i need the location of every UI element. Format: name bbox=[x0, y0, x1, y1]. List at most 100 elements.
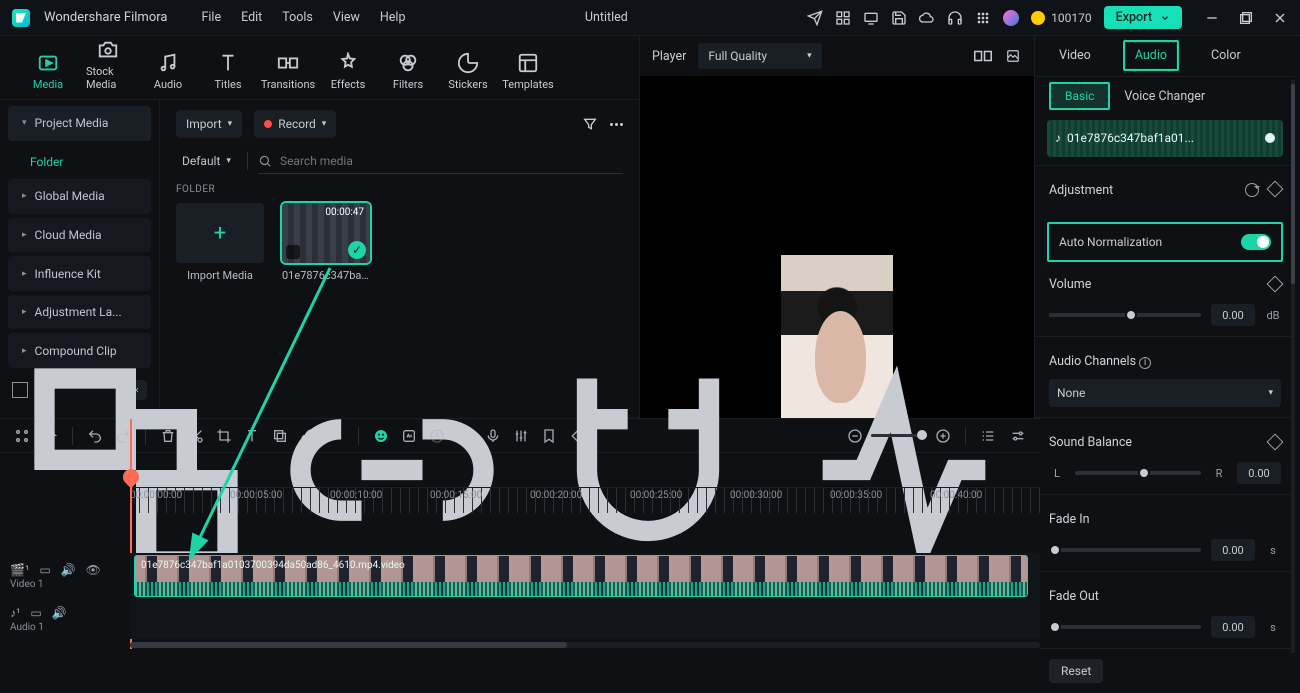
export-button[interactable]: Export bbox=[1104, 6, 1182, 29]
nav-effects[interactable]: Effects bbox=[318, 48, 378, 95]
sidebar-folder[interactable]: Folder bbox=[0, 145, 159, 180]
info-icon[interactable]: i bbox=[1139, 357, 1151, 369]
transitions-icon bbox=[277, 52, 299, 74]
subtab-voice-changer[interactable]: Voice Changer bbox=[1124, 89, 1205, 104]
video-eye-icon[interactable]: 👁 bbox=[86, 563, 101, 577]
balance-value[interactable]: 0.00 bbox=[1237, 462, 1281, 484]
zoom-slider[interactable] bbox=[871, 434, 927, 437]
audio-lane[interactable] bbox=[130, 599, 1040, 639]
coin-icon bbox=[1031, 11, 1045, 25]
plus-icon: + bbox=[176, 203, 264, 263]
video-mute-icon[interactable]: 🔊 bbox=[61, 563, 76, 577]
menu-file[interactable]: File bbox=[201, 10, 221, 25]
nav-templates[interactable]: Templates bbox=[498, 48, 558, 95]
fade-in-label: Fade In bbox=[1049, 512, 1090, 527]
audio-track: ♪¹ ▭ 🔊 Audio 1 bbox=[0, 599, 1040, 639]
close-icon[interactable] bbox=[1272, 10, 1288, 26]
audio-clip-card[interactable]: ♪01e7876c347baf1a01... bbox=[1047, 120, 1283, 157]
import-dropdown[interactable]: Import▾ bbox=[176, 110, 242, 138]
reset-button[interactable]: Reset bbox=[1049, 659, 1103, 683]
search-input[interactable] bbox=[280, 154, 623, 168]
headphones-icon[interactable] bbox=[947, 10, 963, 26]
compare-icon[interactable] bbox=[974, 49, 992, 63]
credits-value: 100170 bbox=[1051, 11, 1091, 25]
timeline: 00:00:00:00 00:00:05:00 00:00:10:00 00:0… bbox=[0, 418, 1040, 693]
tab-audio[interactable]: Audio bbox=[1123, 40, 1179, 71]
chevron-right-icon: ▸ bbox=[22, 307, 27, 317]
sidebar-project-media[interactable]: ▾Project Media bbox=[8, 106, 151, 141]
tab-color[interactable]: Color bbox=[1207, 42, 1245, 69]
search-icon bbox=[258, 154, 272, 168]
maximize-icon[interactable] bbox=[1238, 10, 1254, 26]
nav-stock[interactable]: Stock Media bbox=[78, 35, 138, 95]
player-label: Player bbox=[652, 49, 686, 64]
music-note-icon: ♪ bbox=[1055, 131, 1061, 145]
fade-in-slider[interactable] bbox=[1049, 548, 1201, 552]
balance-slider[interactable] bbox=[1075, 471, 1201, 475]
quality-dropdown[interactable]: Full Quality▾ bbox=[698, 43, 821, 69]
menu-help[interactable]: Help bbox=[380, 10, 406, 25]
keyframe-icon[interactable] bbox=[1267, 181, 1284, 198]
layout-icon[interactable] bbox=[835, 10, 851, 26]
volume-value[interactable]: 0.00 bbox=[1211, 304, 1255, 326]
snapshot-list-icon[interactable] bbox=[1004, 49, 1022, 63]
check-icon: ✓ bbox=[348, 241, 366, 259]
timeline-hscroll[interactable] bbox=[130, 639, 1040, 651]
filters-icon bbox=[397, 52, 419, 74]
reset-adjustment-icon[interactable] bbox=[1245, 183, 1259, 197]
fade-out-value[interactable]: 0.00 bbox=[1211, 616, 1255, 638]
sort-dropdown[interactable]: Default▾ bbox=[176, 154, 237, 168]
audio-channels-select[interactable]: None▾ bbox=[1049, 379, 1281, 407]
nav-media[interactable]: Media bbox=[18, 48, 78, 95]
record-dropdown[interactable]: Record▾ bbox=[254, 110, 336, 138]
app-logo bbox=[12, 9, 30, 27]
video-fold-icon[interactable]: ▭ bbox=[39, 563, 50, 577]
screen-icon[interactable] bbox=[863, 10, 879, 26]
sound-balance-label: Sound Balance bbox=[1049, 435, 1132, 450]
volume-slider[interactable] bbox=[1049, 313, 1201, 317]
menu-view[interactable]: View bbox=[333, 10, 360, 25]
audio-mute-icon[interactable]: 🔊 bbox=[52, 606, 67, 620]
fade-out-slider[interactable] bbox=[1049, 625, 1201, 629]
tab-video[interactable]: Video bbox=[1055, 42, 1095, 69]
panel-scrollbar[interactable] bbox=[1291, 80, 1295, 653]
video-lane[interactable]: 01e7876c347baf1a0103700394da50ad86_4610.… bbox=[130, 553, 1040, 599]
audio-note-icon[interactable]: ♪¹ bbox=[10, 606, 20, 620]
more-icon[interactable] bbox=[610, 123, 623, 126]
sidebar-cloud-media[interactable]: ▸Cloud Media bbox=[8, 218, 151, 253]
nav-transitions[interactable]: Transitions bbox=[258, 48, 318, 95]
sidebar-adjustment-layer[interactable]: ▸Adjustment La... bbox=[8, 295, 151, 330]
import-media-card[interactable]: + Import Media bbox=[176, 203, 264, 282]
video-clip[interactable]: 01e7876c347baf1a0103700394da50ad86_4610.… bbox=[134, 555, 1028, 597]
nav-titles[interactable]: Titles bbox=[198, 48, 258, 95]
timeline-ruler[interactable]: 00:00:00:00 00:00:05:00 00:00:10:00 00:0… bbox=[130, 487, 1040, 513]
auto-normalization-toggle[interactable] bbox=[1241, 234, 1271, 250]
menu-edit[interactable]: Edit bbox=[241, 10, 262, 25]
nav-audio[interactable]: Audio bbox=[138, 48, 198, 95]
media-clip-card[interactable]: 00:00:47 ✓ 01e7876c347baf... bbox=[282, 203, 370, 282]
cloud-icon[interactable] bbox=[919, 10, 935, 26]
sidebar-influence-kit[interactable]: ▸Influence Kit bbox=[8, 256, 151, 291]
filter-icon[interactable] bbox=[582, 116, 598, 132]
fade-in-value[interactable]: 0.00 bbox=[1211, 539, 1255, 561]
nav-stickers[interactable]: Stickers bbox=[438, 48, 498, 95]
save-icon[interactable] bbox=[891, 10, 907, 26]
nav-filters[interactable]: Filters bbox=[378, 48, 438, 95]
auto-normalization-label: Auto Normalization bbox=[1059, 235, 1162, 249]
send-icon[interactable] bbox=[807, 10, 823, 26]
grid-icon[interactable] bbox=[975, 10, 991, 26]
sidebar-global-media[interactable]: ▸Global Media bbox=[8, 179, 151, 214]
clock-icon[interactable] bbox=[429, 428, 445, 444]
minimize-icon[interactable] bbox=[1204, 10, 1220, 26]
subtab-basic[interactable]: Basic bbox=[1049, 82, 1110, 110]
audio-fold-icon[interactable]: ▭ bbox=[30, 606, 41, 620]
keyframe-balance-icon[interactable] bbox=[1267, 434, 1284, 451]
keyframe-volume-icon[interactable] bbox=[1267, 276, 1284, 293]
user-avatar[interactable] bbox=[1003, 10, 1019, 26]
clip-handle[interactable] bbox=[1265, 133, 1275, 143]
video-lock-icon[interactable]: 🎬¹ bbox=[10, 563, 29, 577]
credits[interactable]: 100170 bbox=[1031, 11, 1091, 25]
titlebar: Wondershare Filmora File Edit Tools View… bbox=[0, 0, 1300, 36]
redo-icon[interactable] bbox=[115, 428, 131, 444]
menu-tools[interactable]: Tools bbox=[282, 10, 313, 25]
